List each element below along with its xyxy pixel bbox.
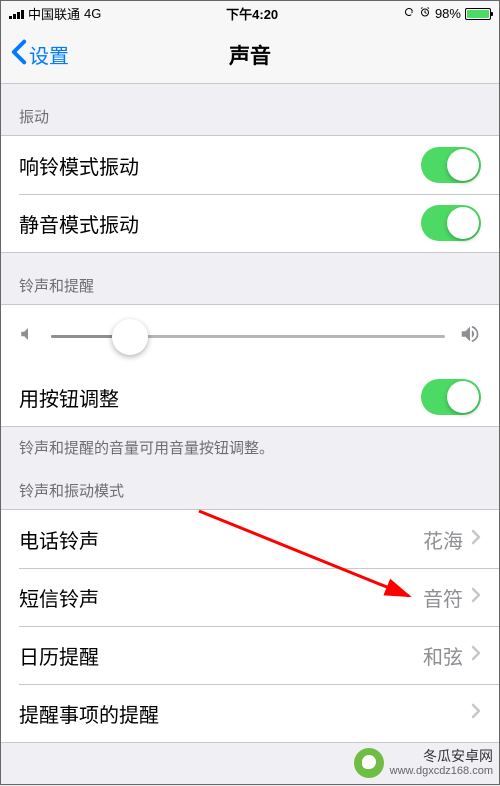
signal-icon [9,9,24,19]
cell-label: 静音模式振动 [19,209,139,238]
speaker-low-icon [19,325,37,348]
cell-value: 音符 [423,583,463,612]
group-patterns: 电话铃声 花海 短信铃声 音符 日历提醒 和弦 提醒事项的提醒 [1,509,499,743]
chevron-right-icon [471,703,481,724]
status-time: 下午4:20 [226,4,278,23]
carrier-label: 中国联通 [28,4,80,23]
network-label: 4G [84,6,101,21]
cell-value: 和弦 [423,641,463,670]
cell-reminder-alert[interactable]: 提醒事项的提醒 [1,684,499,742]
watermark-url: www.dgxcdz168.com [390,765,493,777]
cell-text-tone[interactable]: 短信铃声 音符 [1,568,499,626]
speaker-high-icon [459,323,481,350]
chevron-right-icon [471,587,481,608]
lock-icon [403,6,415,21]
cell-ring-vibrate: 响铃模式振动 [1,136,499,194]
section-header-vibrate: 振动 [1,84,499,135]
cell-silent-vibrate: 静音模式振动 [1,194,499,252]
cell-label: 电话铃声 [19,525,99,554]
chevron-left-icon [11,39,27,71]
cell-volume-slider [1,305,499,368]
section-header-ringer: 铃声和提醒 [1,253,499,304]
page-title: 声音 [229,40,271,70]
watermark: 冬瓜安卓网 www.dgxcdz168.com [354,748,493,778]
battery-icon [465,8,491,20]
content[interactable]: 振动 响铃模式振动 静音模式振动 铃声和提醒 用按钮调整 [1,84,499,786]
cell-value: 花海 [423,525,463,554]
watermark-logo-icon [354,748,384,778]
battery-percent: 98% [435,6,461,21]
cell-label: 用按钮调整 [19,383,119,412]
group-vibrate: 响铃模式振动 静音模式振动 [1,135,499,253]
cell-label: 短信铃声 [19,583,99,612]
slider-thumb[interactable] [112,319,148,355]
cell-calendar-alert[interactable]: 日历提醒 和弦 [1,626,499,684]
chevron-right-icon [471,529,481,550]
group-ringer: 用按钮调整 [1,304,499,427]
status-bar: 中国联通 4G 下午4:20 98% [1,1,499,26]
cell-label: 响铃模式振动 [19,151,139,180]
back-label: 设置 [29,40,69,69]
volume-slider[interactable] [51,335,445,338]
switch-button-adjust[interactable] [421,379,481,415]
cell-phone-ringtone[interactable]: 电话铃声 花海 [1,510,499,568]
alarm-icon [419,6,431,21]
section-footer-ringer: 铃声和提醒的音量可用音量按钮调整。 [1,427,499,458]
chevron-right-icon [471,645,481,666]
status-right: 98% [403,6,491,21]
cell-button-adjust: 用按钮调整 [1,368,499,426]
watermark-name: 冬瓜安卓网 [390,749,493,764]
section-header-patterns: 铃声和振动模式 [1,458,499,509]
switch-silent-vibrate[interactable] [421,205,481,241]
cell-label: 日历提醒 [19,641,99,670]
nav-bar: 设置 声音 [1,26,499,84]
status-left: 中国联通 4G [9,4,101,23]
cell-label: 提醒事项的提醒 [19,699,159,728]
switch-ring-vibrate[interactable] [421,147,481,183]
back-button[interactable]: 设置 [11,39,69,71]
